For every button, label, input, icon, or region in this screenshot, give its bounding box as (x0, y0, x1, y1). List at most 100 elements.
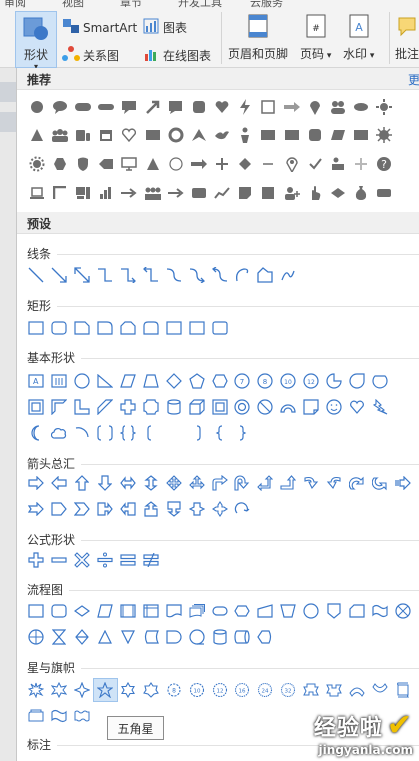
shape-star-4[interactable] (71, 679, 94, 701)
shape-devices[interactable] (71, 124, 94, 146)
tab-developer[interactable]: 开发工具 (178, 0, 222, 9)
shape-square-outline[interactable] (257, 96, 280, 118)
shape-computer[interactable] (71, 182, 94, 204)
shape-heart[interactable] (211, 96, 234, 118)
shape-dash[interactable] (257, 153, 280, 175)
shape-rect-plain[interactable] (162, 317, 185, 339)
shape-speech-bubble[interactable] (48, 96, 71, 118)
shape-button[interactable]: 形状 ▾ (15, 11, 57, 71)
shape-can[interactable] (162, 396, 185, 418)
shape-rect-dark-4[interactable] (373, 182, 396, 204)
shape-heptagon[interactable]: 7 (231, 370, 254, 392)
shape-sun[interactable] (373, 96, 396, 118)
shape-flow-sort[interactable] (71, 626, 94, 648)
shape-double-brace[interactable] (117, 422, 140, 444)
shape-parallelogram[interactable] (326, 124, 349, 146)
shape-circle[interactable] (25, 96, 48, 118)
shape-curved-arrow[interactable] (185, 264, 208, 286)
shape-ellipse[interactable] (350, 96, 373, 118)
shape-rect-dark-2[interactable] (187, 182, 210, 204)
online-chart-button[interactable]: 在线图表 (143, 46, 211, 65)
shape-right-triangle[interactable] (94, 370, 117, 392)
shape-up-down-arrow[interactable] (139, 472, 162, 494)
shape-location[interactable] (280, 153, 303, 175)
shape-cross[interactable] (117, 396, 140, 418)
comment-button[interactable]: 批注 (395, 14, 419, 62)
shape-flow-document[interactable] (162, 600, 185, 622)
shape-rect-plain-2[interactable] (185, 317, 208, 339)
shape-line-double-arrow[interactable] (71, 264, 94, 286)
shape-pin[interactable] (303, 96, 326, 118)
shape-diagonal-stripe[interactable] (94, 396, 117, 418)
shape-chevron[interactable] (71, 498, 94, 520)
shape-triangle[interactable] (25, 124, 48, 146)
shape-rect-gray-2[interactable] (280, 124, 303, 146)
shape-people[interactable] (326, 96, 349, 118)
shape-right-brace[interactable] (231, 422, 254, 444)
shape-lightning[interactable] (234, 96, 257, 118)
shape-curved-double-arrow[interactable] (208, 264, 231, 286)
shape-rect-gray[interactable] (257, 124, 280, 146)
relation-chart-button[interactable]: 关系图 (62, 46, 119, 65)
shape-left-right-arrow[interactable] (117, 472, 140, 494)
shape-right-arrow[interactable] (25, 472, 48, 494)
shape-curved-ribbon-down[interactable] (368, 679, 391, 701)
shape-flow-card[interactable] (345, 600, 368, 622)
shape-bent-arrow[interactable] (208, 472, 231, 494)
shape-curved-connector[interactable] (162, 264, 185, 286)
shape-vertical-text-box[interactable] (48, 370, 71, 392)
smartart-button[interactable]: SmartArt (62, 18, 137, 37)
shape-line-arrow[interactable] (48, 264, 71, 286)
shape-line-chart[interactable] (211, 182, 234, 204)
watermark-button[interactable]: A 水印 ▾ (343, 14, 374, 62)
shape-chevron-notched[interactable] (25, 498, 48, 520)
shape-arrow-diagonal[interactable] (141, 96, 164, 118)
shape-half-frame[interactable] (48, 396, 71, 418)
shape-flow-preparation[interactable] (231, 600, 254, 622)
shape-flow-connector[interactable] (300, 600, 323, 622)
shape-diamond[interactable] (234, 153, 257, 175)
shape-star-24[interactable]: 24 (254, 679, 277, 701)
shape-flow-offpage[interactable] (323, 600, 346, 622)
shape-u-turn-arrow[interactable] (231, 472, 254, 494)
shape-flow-terminator[interactable] (208, 600, 231, 622)
shape-left-bracket[interactable] (139, 422, 162, 444)
shape-crowd[interactable] (48, 124, 71, 146)
shape-star-16[interactable]: 16 (231, 679, 254, 701)
shape-arrowhead[interactable] (187, 124, 210, 146)
shape-left-right-arrow-callout[interactable] (185, 498, 208, 520)
shape-lightning-bolt[interactable] (368, 396, 391, 418)
shape-line[interactable] (25, 264, 48, 286)
shape-ring[interactable] (164, 124, 187, 146)
shape-flow-decision[interactable] (71, 600, 94, 622)
shape-tag[interactable] (95, 153, 118, 175)
shape-flow-sequential-storage[interactable] (185, 626, 208, 648)
shape-star-6[interactable] (117, 679, 140, 701)
shape-explosion-1[interactable] (25, 679, 48, 701)
shape-rounded-rectangle[interactable] (48, 317, 71, 339)
shape-donut[interactable] (231, 396, 254, 418)
shape-ribbon-down[interactable] (323, 679, 346, 701)
shape-star-32[interactable]: 32 (277, 679, 300, 701)
tab-view[interactable]: 视图 (62, 0, 84, 9)
shape-down-arrow-callout[interactable] (162, 498, 185, 520)
shape-folded-corner[interactable] (300, 396, 323, 418)
shape-hexagon-outline[interactable] (208, 370, 231, 392)
shape-bar-chart[interactable] (95, 182, 118, 204)
shape-horizontal-scroll[interactable] (25, 705, 48, 727)
shape-scribble[interactable] (277, 264, 300, 286)
shape-flow-internal-storage[interactable] (139, 600, 162, 622)
shape-flow-extract[interactable] (94, 626, 117, 648)
shape-arrow-right-3[interactable] (164, 182, 187, 204)
shape-flow-merge[interactable] (117, 626, 140, 648)
shape-cloud[interactable] (48, 422, 71, 444)
shape-person-arrow[interactable] (234, 124, 257, 146)
shape-curved-right-arrow[interactable] (300, 472, 323, 494)
shape-rounded-square[interactable] (303, 124, 326, 146)
shape-flow-direct-access[interactable] (231, 626, 254, 648)
shape-wave[interactable] (48, 705, 71, 727)
shape-heart-blue[interactable] (345, 396, 368, 418)
shape-text-box[interactable]: A (25, 370, 48, 392)
shape-oval[interactable] (71, 370, 94, 392)
tab-chapter[interactable]: 章节 (120, 0, 142, 9)
